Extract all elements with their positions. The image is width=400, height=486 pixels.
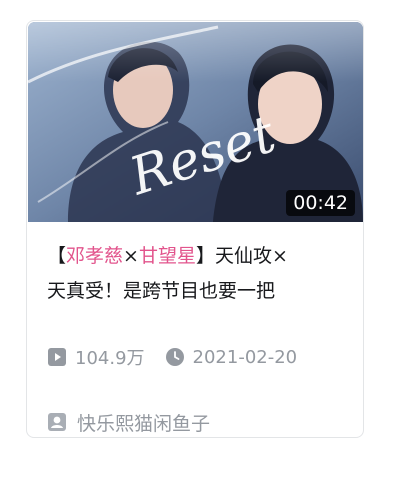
title-line-2: 天真受！是跨节目也要一把 (47, 280, 276, 302)
video-card[interactable]: Reset 00:42 【邓孝慈×甘望星】天仙攻× 天真受！是跨节目也要一把 1… (26, 20, 364, 438)
video-thumbnail[interactable]: Reset 00:42 (28, 22, 363, 222)
video-stats: 104.9万 2021-02-20 (47, 344, 297, 370)
title-cross: × (123, 245, 139, 267)
video-title[interactable]: 【邓孝慈×甘望星】天仙攻× 天真受！是跨节目也要一把 (47, 239, 349, 309)
title-bracket-close: 】 (195, 245, 215, 267)
video-author[interactable]: 快乐熙猫闲鱼子 (47, 409, 210, 435)
title-line-1: 【邓孝慈×甘望星】天仙攻× (47, 239, 349, 274)
title-text-1: 天仙攻× (214, 245, 288, 267)
author-name: 快乐熙猫闲鱼子 (77, 412, 211, 435)
play-count-icon (47, 347, 67, 367)
title-bracket-open: 【 (47, 245, 67, 267)
up-user-icon (47, 412, 67, 432)
publish-date: 2021-02-20 (192, 346, 298, 368)
title-keyword-1: 邓孝慈 (66, 245, 124, 267)
duration-badge: 00:42 (286, 190, 355, 216)
view-count: 104.9万 (75, 348, 145, 369)
clock-icon (165, 347, 185, 367)
title-keyword-2: 甘望星 (138, 245, 196, 267)
